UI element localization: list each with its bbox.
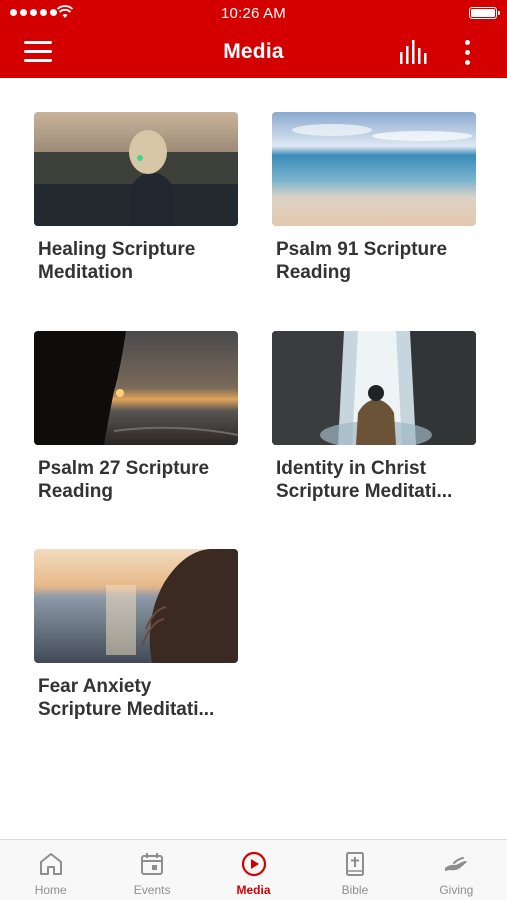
media-thumbnail (272, 112, 476, 226)
media-thumbnail (272, 331, 476, 445)
media-title: Psalm 27 Scripture Reading (38, 458, 210, 502)
tab-label: Media (236, 883, 271, 897)
media-thumbnail (34, 112, 238, 226)
tab-label: Home (34, 883, 67, 897)
bible-icon (345, 852, 364, 876)
tab-media[interactable]: Media (203, 840, 304, 900)
media-card[interactable]: Psalm 27 Scripture Reading (34, 331, 238, 503)
audio-bars-icon[interactable] (398, 40, 432, 64)
tab-home[interactable]: Home (0, 840, 101, 900)
calendar-icon (141, 853, 164, 875)
media-card[interactable]: Identity in Christ Scripture Meditati... (272, 331, 476, 503)
status-bar: 10:26 AM (0, 0, 507, 26)
media-thumbnail (34, 331, 238, 445)
nav-bar: Media (0, 26, 507, 78)
tab-label: Events (133, 883, 171, 897)
bottom-tab-bar: Home Events Media Bible Giving (0, 839, 507, 900)
tab-events[interactable]: Events (101, 840, 202, 900)
more-options-icon[interactable] (458, 38, 478, 68)
media-card[interactable]: Psalm 91 Scripture Reading (272, 112, 476, 284)
media-card[interactable]: Healing Scripture Meditation (34, 112, 238, 284)
media-card[interactable]: Fear Anxiety Scripture Meditati... (34, 549, 238, 721)
tab-label: Bible (341, 883, 369, 897)
media-title: Psalm 91 Scripture Reading (276, 239, 448, 283)
media-thumbnail (34, 549, 238, 663)
tab-label: Giving (439, 883, 474, 897)
giving-hand-icon (445, 857, 468, 871)
media-title: Healing Scripture Meditation (38, 239, 196, 283)
app-header: 10:26 AM Media (0, 0, 507, 78)
tab-giving[interactable]: Giving (406, 840, 507, 900)
media-title: Fear Anxiety Scripture Meditati... (38, 676, 215, 720)
play-circle-icon (241, 851, 266, 877)
home-icon (39, 853, 62, 875)
tab-bible[interactable]: Bible (304, 840, 405, 900)
battery-icon (469, 7, 500, 19)
status-time: 10:26 AM (221, 5, 286, 22)
media-title: Identity in Christ Scripture Meditati... (276, 458, 453, 502)
